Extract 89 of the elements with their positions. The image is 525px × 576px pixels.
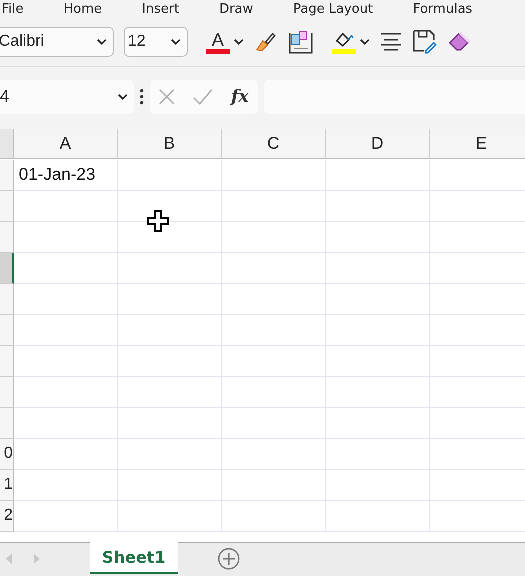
- font-color-button[interactable]: A: [206, 27, 244, 57]
- caret-icon: [171, 39, 181, 45]
- table-cell[interactable]: [118, 501, 222, 532]
- table-cell[interactable]: [222, 377, 326, 408]
- table-cell[interactable]: [118, 470, 222, 501]
- menu-tab[interactable]: Draw: [219, 2, 254, 18]
- insert-function-button[interactable]: fx: [231, 87, 249, 107]
- menu-tab[interactable]: Insert: [142, 2, 180, 18]
- row-header[interactable]: [0, 284, 14, 315]
- caret-icon: [360, 39, 370, 45]
- row-header[interactable]: 1: [0, 470, 14, 501]
- table-cell[interactable]: [326, 501, 430, 532]
- table-cell[interactable]: [326, 315, 430, 346]
- font-size-dropdown[interactable]: 12: [124, 27, 188, 57]
- table-cell[interactable]: [222, 439, 326, 470]
- menu-tab[interactable]: File: [2, 2, 24, 18]
- table-cell[interactable]: [326, 284, 430, 315]
- table-cell[interactable]: [326, 253, 430, 284]
- left-arrow-icon[interactable]: [6, 554, 12, 564]
- cursor-icon: [147, 210, 169, 232]
- table-cell[interactable]: [222, 284, 326, 315]
- row-header[interactable]: [0, 222, 14, 253]
- row-header[interactable]: [0, 315, 14, 346]
- table-cell[interactable]: [14, 439, 118, 470]
- row-header[interactable]: [0, 160, 14, 191]
- table-cell[interactable]: [222, 222, 326, 253]
- table-cell[interactable]: [14, 253, 118, 284]
- table-cell[interactable]: [118, 284, 222, 315]
- caret-icon: [234, 39, 244, 45]
- table-cell[interactable]: [14, 377, 118, 408]
- table-cell[interactable]: [222, 501, 326, 532]
- table-cell[interactable]: [14, 315, 118, 346]
- table-cell[interactable]: [14, 284, 118, 315]
- table-cell[interactable]: [326, 470, 430, 501]
- check-icon[interactable]: [193, 89, 214, 105]
- table-cell[interactable]: [14, 408, 118, 439]
- column-header[interactable]: E: [430, 129, 525, 159]
- close-icon[interactable]: [159, 89, 176, 105]
- table-cell[interactable]: [14, 346, 118, 377]
- table-cell[interactable]: [14, 470, 118, 501]
- table-cell[interactable]: [326, 160, 430, 191]
- table-cell[interactable]: [326, 377, 430, 408]
- table-cell[interactable]: [118, 377, 222, 408]
- row-header[interactable]: 2: [0, 501, 14, 532]
- column-header[interactable]: B: [118, 129, 222, 159]
- column-header[interactable]: A: [14, 129, 118, 159]
- table-cell[interactable]: [222, 191, 326, 222]
- table-cell[interactable]: [14, 501, 118, 532]
- column-header[interactable]: C: [222, 129, 326, 159]
- table-cell[interactable]: [118, 439, 222, 470]
- row-header[interactable]: [0, 408, 14, 439]
- table-cell[interactable]: [326, 191, 430, 222]
- right-arrow-icon[interactable]: [34, 554, 40, 564]
- menu-tab[interactable]: Home: [64, 2, 102, 18]
- paint-bucket-icon: [333, 30, 355, 48]
- table-cell[interactable]: [118, 253, 222, 284]
- column-header[interactable]: D: [326, 129, 430, 159]
- row-header[interactable]: [0, 346, 14, 377]
- caret-icon: [118, 94, 128, 100]
- menu-tab[interactable]: Page Layout: [293, 2, 374, 18]
- name-box[interactable]: 4: [0, 80, 134, 114]
- table-cell[interactable]: [222, 315, 326, 346]
- add-sheet-button[interactable]: [218, 548, 240, 570]
- table-cell[interactable]: [326, 222, 430, 253]
- table-cell[interactable]: [118, 315, 222, 346]
- table-cell[interactable]: [222, 408, 326, 439]
- font-name-dropdown[interactable]: Calibri: [0, 27, 114, 57]
- sheet-tab[interactable]: Sheet1: [90, 542, 178, 574]
- table-cell[interactable]: [222, 470, 326, 501]
- table-cell[interactable]: [326, 346, 430, 377]
- table-cell[interactable]: [14, 191, 118, 222]
- table-cell[interactable]: [326, 408, 430, 439]
- select-all-corner[interactable]: [0, 129, 14, 159]
- table-cell[interactable]: [326, 439, 430, 470]
- menu-tab[interactable]: Formulas: [413, 2, 473, 18]
- more-options-icon[interactable]: [140, 89, 144, 105]
- table-cell[interactable]: [222, 346, 326, 377]
- table-cell[interactable]: [14, 222, 118, 253]
- table-cell[interactable]: 01-Jan-23: [14, 160, 118, 191]
- table-cell[interactable]: [118, 346, 222, 377]
- row-header[interactable]: [0, 377, 14, 408]
- row-header[interactable]: [0, 253, 14, 284]
- table-cell[interactable]: [222, 253, 326, 284]
- table-cell[interactable]: [118, 160, 222, 191]
- table-cell[interactable]: [118, 408, 222, 439]
- row-header[interactable]: [0, 191, 14, 222]
- caret-icon: [97, 39, 107, 45]
- row-header[interactable]: 0: [0, 439, 14, 470]
- table-cell[interactable]: [222, 160, 326, 191]
